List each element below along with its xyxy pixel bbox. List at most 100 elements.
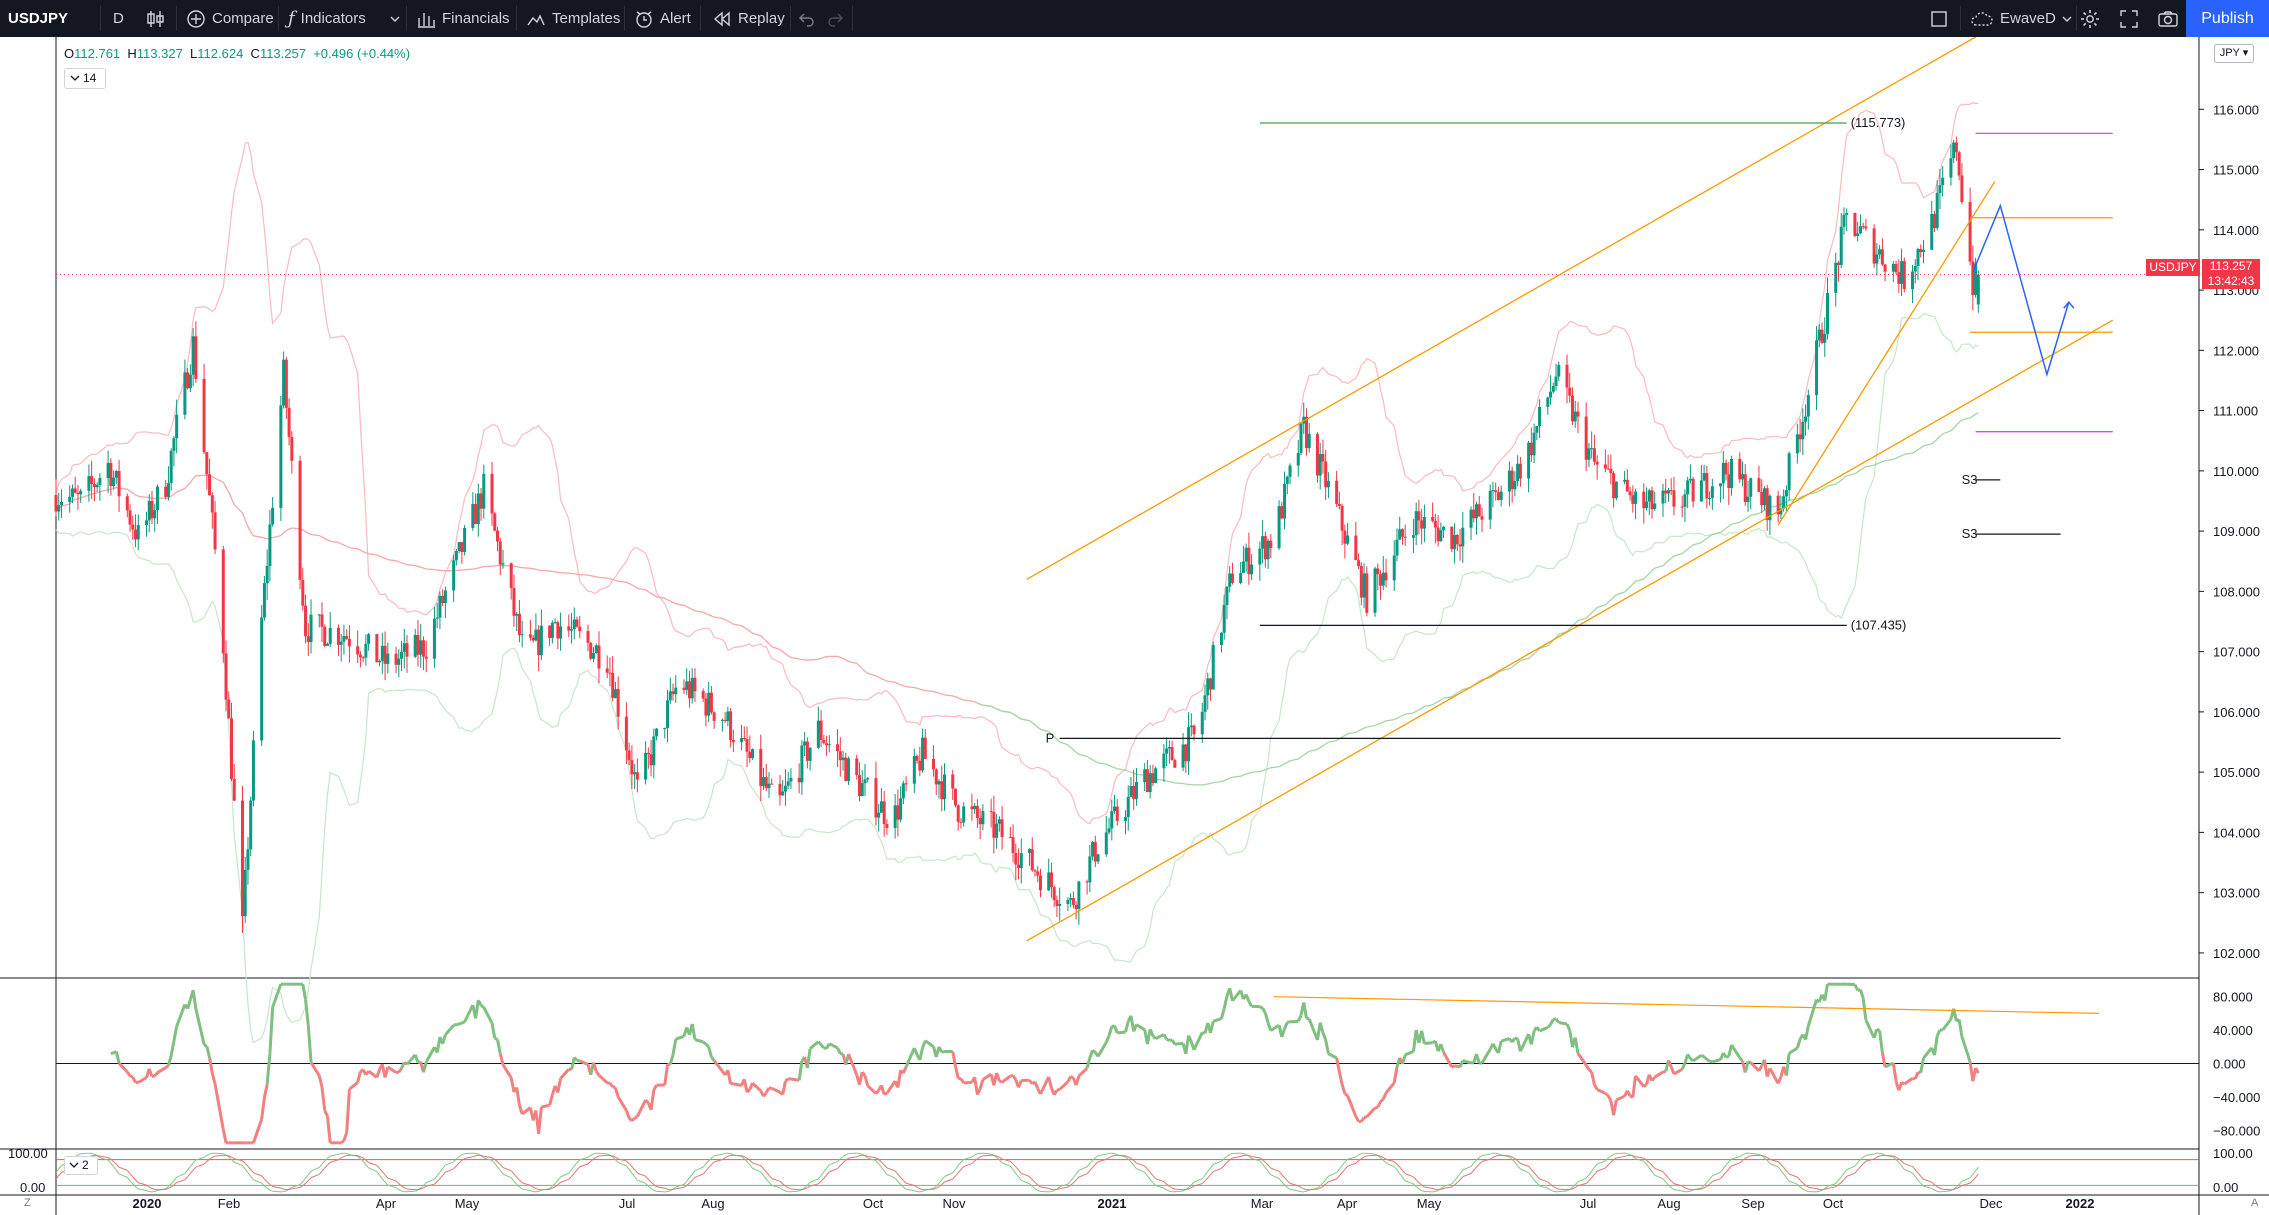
stoch-k-line	[91, 1152, 95, 1155]
price-chart[interactable]: (115.773)(107.435)PS3S3 116.000115.00011…	[0, 37, 2269, 1215]
indicators-button[interactable]: ƒ Indicators	[288, 0, 366, 37]
oscillator-segment	[663, 1064, 670, 1086]
stoch-d-line	[705, 1167, 710, 1172]
candle-body	[109, 462, 113, 487]
stoch-k-line	[1722, 1164, 1727, 1169]
symbol-search[interactable]: USDJPY	[8, 0, 68, 37]
oscillator-segment	[1913, 1071, 1920, 1080]
stoch-k-line	[573, 1162, 578, 1167]
stoch-d-line	[993, 1154, 997, 1157]
candle-body	[1932, 213, 1936, 229]
stoch-label: 0.00	[2213, 1180, 2238, 1195]
stoch-k-line	[107, 1159, 112, 1164]
auto-scale-button[interactable]: A	[2251, 1197, 2258, 1209]
oscillator-segment	[630, 1117, 636, 1122]
zoom-button[interactable]: Z	[24, 1197, 31, 1209]
stoch-d-line	[894, 1170, 899, 1175]
oscillator-segment	[397, 1067, 403, 1074]
settings-button[interactable]	[2079, 0, 2101, 37]
publish-button[interactable]: Publish	[2186, 0, 2269, 37]
candle-body	[213, 512, 217, 550]
bar-countdown: 13:42:43	[2207, 274, 2255, 288]
compare-button[interactable]: Compare	[186, 0, 274, 37]
candle-body	[1565, 364, 1569, 388]
oscillator-segment	[463, 1004, 475, 1023]
oscillator-segment	[1028, 1079, 1034, 1085]
stoch-d-line	[1693, 1188, 1702, 1191]
stoch-k-line	[1777, 1166, 1782, 1171]
alert-button[interactable]: Alert	[634, 0, 691, 37]
oscillator-segment	[147, 1068, 154, 1077]
candle-body	[325, 643, 329, 646]
stoch-d-line	[453, 1165, 457, 1170]
oscillator-segment	[1558, 1021, 1568, 1026]
candle-body	[128, 510, 132, 525]
oscillator-segment	[1365, 1106, 1377, 1118]
replay-button[interactable]: Replay	[712, 0, 785, 37]
fullscreen-button[interactable]	[2119, 0, 2139, 37]
oscillator-segment	[1546, 1023, 1552, 1029]
time-label: 2020	[133, 1196, 162, 1211]
stoch-k-line	[215, 1152, 224, 1155]
indicator-legend-toggle[interactable]: 14	[64, 68, 106, 89]
chart-area[interactable]: (115.773) (107.435) P S3 S3 116.000 115.000 11…	[0, 37, 2269, 1215]
candle-body	[748, 751, 752, 759]
candle-body	[1976, 274, 1980, 305]
candle-body	[1211, 644, 1215, 690]
stoch-d-line	[1489, 1156, 1494, 1160]
stoch-d-line	[442, 1171, 446, 1176]
interval-button[interactable]: D	[113, 0, 124, 37]
candle-body	[803, 741, 807, 746]
snapshot-button[interactable]	[2157, 0, 2179, 37]
price-label: 115.000	[2213, 163, 2259, 178]
stoch-k-line	[637, 1179, 646, 1184]
redo-button[interactable]	[826, 0, 844, 37]
candle-body	[844, 757, 848, 781]
candle-body	[306, 636, 310, 643]
candle-body	[816, 720, 820, 748]
undo-button[interactable]	[798, 0, 816, 37]
oscillator-segment	[114, 1051, 121, 1064]
save-layout-button[interactable]: EwaveD	[1970, 0, 2072, 37]
oscillator-segment	[675, 1034, 685, 1041]
stoch-d-line	[1827, 1186, 1836, 1189]
oscillator-segment	[126, 1071, 132, 1077]
stoch-legend-toggle[interactable]: 2	[64, 1156, 98, 1175]
candle-body	[822, 739, 826, 744]
oscillator-segment	[1891, 1062, 1898, 1082]
candle-body	[347, 638, 351, 647]
oscillator-segment	[1220, 1008, 1226, 1019]
templates-button[interactable]: Templates	[526, 0, 620, 37]
stoch-d-line	[395, 1180, 400, 1185]
stoch-d-line	[253, 1172, 262, 1177]
currency-button[interactable]: JPY ▾	[2214, 44, 2254, 63]
stoch-k-line	[1303, 1190, 1307, 1193]
indicator-templates-button[interactable]	[390, 0, 400, 37]
candle-body	[1395, 539, 1399, 556]
stoch-k-line	[763, 1175, 767, 1180]
chart-type-button[interactable]	[146, 0, 166, 37]
stoch-d-line	[1591, 1174, 1595, 1178]
stoch-k-line	[1418, 1188, 1422, 1191]
stoch-k-line	[1325, 1175, 1329, 1180]
layout-select-button[interactable]	[1930, 0, 1948, 37]
oscillator-segment	[883, 1091, 888, 1096]
financials-button[interactable]: Financials	[416, 0, 510, 37]
stoch-k-line	[58, 1165, 62, 1170]
stoch-d-line	[387, 1177, 397, 1182]
stoch-d-line	[1136, 1162, 1145, 1167]
stoch-k-line	[1490, 1152, 1494, 1155]
oscillator-segment	[828, 1042, 839, 1050]
candle-body	[770, 783, 774, 785]
candle-body	[1422, 517, 1426, 529]
oscillator-segment	[262, 1083, 269, 1098]
oscillator-segment	[1625, 1090, 1632, 1097]
candle-body	[1686, 480, 1690, 495]
stoch-d-line	[656, 1186, 665, 1189]
stoch-k-line	[1648, 1167, 1653, 1172]
oscillator-segment	[203, 1043, 208, 1048]
candle-body	[1971, 261, 1975, 295]
stoch-d-line	[184, 1176, 189, 1181]
stoch-k-line	[456, 1156, 460, 1160]
candle-body	[860, 783, 864, 797]
